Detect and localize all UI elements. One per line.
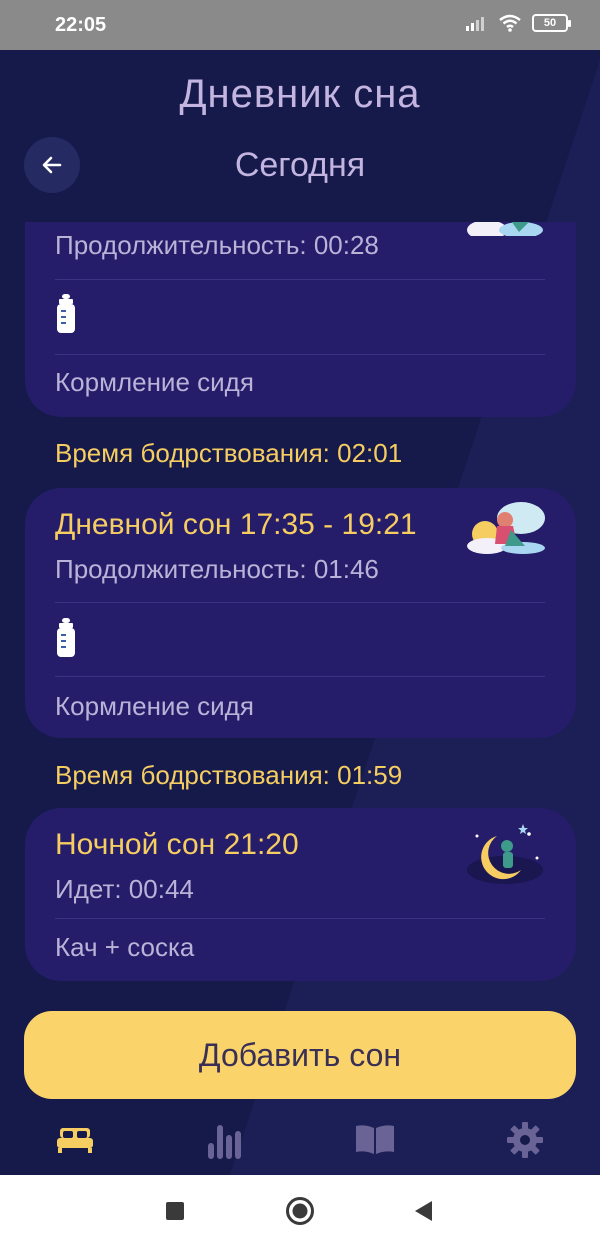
square-icon — [166, 1202, 184, 1220]
battery-icon: 50 — [532, 14, 571, 32]
sleep-title: Дневной сон 17:35 - 19:21 — [55, 508, 417, 541]
wake-time-label: Время бодрствования: 02:01 — [55, 438, 403, 468]
tab-statistics[interactable] — [195, 1115, 255, 1165]
add-sleep-button[interactable]: Добавить сон — [24, 1011, 576, 1099]
wifi-icon — [499, 14, 521, 32]
sleep-title: Ночной сон 21:20 — [55, 828, 299, 861]
book-icon — [356, 1125, 394, 1154]
signal-icon — [466, 17, 484, 31]
sleep-entry-card[interactable]: Продолжительность: 00:28 Кормление сидя — [25, 222, 576, 417]
stats-icon — [208, 1125, 241, 1159]
sleep-entry-card[interactable]: Дневной сон 17:35 - 19:21 Продолжительно… — [25, 488, 576, 738]
sleep-note: Кач + соска — [55, 932, 195, 962]
night-sleep-illustration — [467, 824, 543, 884]
divider — [55, 354, 545, 355]
divider — [55, 676, 545, 677]
sleep-note: Кормление сидя — [55, 691, 254, 721]
bed-icon — [57, 1128, 93, 1153]
back-nav-button[interactable] — [405, 1193, 441, 1229]
day-sleep-illustration — [467, 502, 545, 554]
tab-library[interactable] — [345, 1115, 405, 1165]
day-sleep-illustration — [467, 222, 543, 236]
status-icons: 50 — [466, 14, 571, 32]
triangle-back-icon — [415, 1201, 432, 1221]
wake-time-label: Время бодрствования: 01:59 — [55, 760, 403, 790]
sleep-duration: Продолжительность: 01:46 — [55, 554, 379, 584]
home-button[interactable] — [282, 1193, 318, 1229]
recents-button[interactable] — [157, 1193, 193, 1229]
bottle-icon — [57, 618, 75, 657]
sleep-list[interactable]: Продолжительность: 00:28 Кормление сидя … — [0, 222, 600, 994]
page-subtitle: Сегодня — [234, 146, 366, 184]
sleep-duration: Идет: 00:44 — [55, 874, 194, 904]
gear-icon — [507, 1122, 543, 1158]
divider — [55, 918, 545, 919]
status-time: 22:05 — [55, 14, 107, 36]
bottom-tab-bar — [0, 1105, 600, 1175]
divider — [55, 602, 545, 603]
system-navigation-bar — [0, 1175, 600, 1247]
sleep-note: Кормление сидя — [55, 367, 254, 397]
sleep-entry-card[interactable]: Ночной сон 21:20 Идет: 00:44 Кач + соска — [25, 808, 576, 981]
battery-level: 50 — [543, 17, 557, 29]
app-screen: Дневник сна Сегодня Продолжительность: 0… — [0, 50, 600, 1175]
circle-icon — [286, 1197, 314, 1225]
tab-diary[interactable] — [45, 1115, 105, 1165]
add-sleep-label: Добавить сон — [198, 1036, 402, 1073]
sleep-duration: Продолжительность: 00:28 — [55, 230, 379, 260]
page-title: Дневник сна — [179, 72, 421, 116]
status-bar: 22:05 50 — [0, 0, 600, 50]
tab-settings[interactable] — [495, 1115, 555, 1165]
divider — [55, 279, 545, 280]
bottle-icon — [57, 294, 75, 333]
